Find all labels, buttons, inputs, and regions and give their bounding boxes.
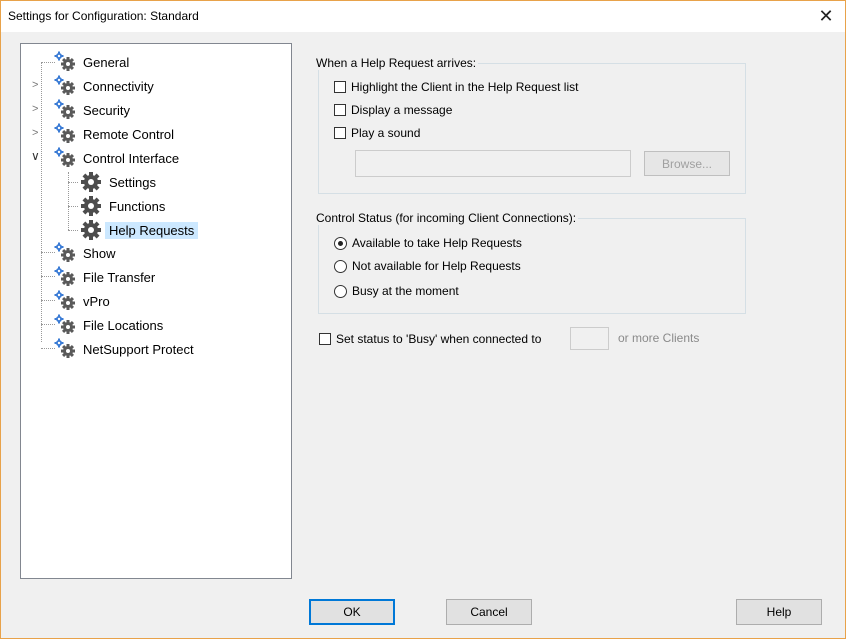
- gear-icon: [53, 290, 79, 312]
- title-bar: Settings for Configuration: Standard ✕: [1, 1, 845, 32]
- play-sound-label: Play a sound: [351, 126, 421, 140]
- large-gear-icon: [79, 195, 105, 217]
- busy-label: Busy at the moment: [352, 284, 459, 298]
- chevron-down-icon[interactable]: ∨: [31, 149, 40, 163]
- tree-item-remote-control[interactable]: Remote Control: [53, 123, 178, 145]
- gear-icon: [53, 338, 79, 360]
- window-title: Settings for Configuration: Standard: [8, 9, 199, 23]
- play-sound-checkbox[interactable]: [334, 127, 346, 139]
- tree-item-label: Help Requests: [105, 221, 199, 239]
- tree-item-label: Settings: [109, 174, 156, 190]
- gear-icon: [53, 266, 79, 288]
- display-message-checkbox[interactable]: [334, 104, 346, 116]
- tree-item-functions[interactable]: Functions: [79, 195, 169, 217]
- tree-item-file-transfer[interactable]: File Transfer: [53, 266, 159, 288]
- close-icon[interactable]: ✕: [815, 5, 837, 27]
- status-option-not-available[interactable]: Not available for Help Requests: [334, 259, 521, 273]
- tree-item-help-requests[interactable]: Help Requests: [79, 219, 199, 241]
- tree-item-label: File Locations: [83, 317, 164, 333]
- chevron-right-icon[interactable]: >: [32, 79, 38, 91]
- tree-item-label: General: [83, 54, 130, 70]
- tree-item-security[interactable]: Security: [53, 99, 134, 121]
- tree-item-label: Control Interface: [83, 150, 180, 166]
- control-status-group-label: Control Status (for incoming Client Conn…: [314, 211, 579, 225]
- busy-radio[interactable]: [334, 284, 347, 298]
- tree-item-settings[interactable]: Settings: [79, 171, 160, 193]
- tree-item-label: Remote Control: [83, 126, 175, 142]
- tree-item-netsupport-protect[interactable]: NetSupport Protect: [53, 338, 198, 360]
- busy-client-count-input[interactable]: [570, 327, 609, 350]
- highlight-client-checkbox[interactable]: [334, 81, 346, 93]
- chevron-right-icon[interactable]: >: [32, 127, 38, 139]
- tree-item-label: vPro: [83, 293, 110, 309]
- tree-item-show[interactable]: Show: [53, 242, 120, 264]
- busy-threshold-suffix: or more Clients: [618, 331, 700, 345]
- status-option-busy[interactable]: Busy at the moment: [334, 284, 459, 298]
- tree-item-label: Functions: [109, 198, 166, 214]
- help-button[interactable]: Help: [736, 599, 822, 625]
- settings-tree[interactable]: General > Connectivity > Security > Remo…: [20, 43, 292, 579]
- tree-line: [68, 230, 78, 231]
- not-available-radio[interactable]: [334, 259, 347, 273]
- highlight-client-label: Highlight the Client in the Help Request…: [351, 80, 579, 94]
- display-message-label: Display a message: [351, 103, 453, 117]
- play-sound-option[interactable]: Play a sound: [334, 126, 420, 140]
- gear-icon: [53, 123, 79, 145]
- not-available-label: Not available for Help Requests: [352, 259, 521, 273]
- large-gear-icon: [79, 219, 105, 241]
- gear-icon: [53, 242, 79, 264]
- tree-item-control-interface[interactable]: Control Interface: [53, 147, 183, 169]
- tree-item-label: Security: [83, 102, 130, 118]
- ok-button[interactable]: OK: [309, 599, 395, 625]
- tree-line: [68, 206, 78, 207]
- gear-icon: [53, 147, 79, 169]
- tree-item-label: File Transfer: [83, 269, 156, 285]
- busy-threshold-option[interactable]: Set status to 'Busy' when connected to: [319, 332, 541, 346]
- busy-threshold-checkbox[interactable]: [319, 333, 331, 345]
- tree-item-general[interactable]: General: [53, 51, 133, 73]
- available-radio[interactable]: [334, 236, 347, 250]
- tree-item-label: Connectivity: [83, 78, 154, 94]
- large-gear-icon: [79, 171, 105, 193]
- gear-icon: [53, 314, 79, 336]
- tree-item-vpro[interactable]: vPro: [53, 290, 114, 312]
- tree-item-file-locations[interactable]: File Locations: [53, 314, 167, 336]
- gear-icon: [53, 51, 79, 73]
- chevron-right-icon[interactable]: >: [32, 103, 38, 115]
- tree-item-connectivity[interactable]: Connectivity: [53, 75, 158, 97]
- cancel-button[interactable]: Cancel: [446, 599, 532, 625]
- gear-icon: [53, 75, 79, 97]
- gear-icon: [53, 99, 79, 121]
- tree-item-label: NetSupport Protect: [83, 341, 194, 357]
- busy-threshold-label: Set status to 'Busy' when connected to: [336, 332, 542, 346]
- tree-line: [68, 172, 69, 230]
- available-label: Available to take Help Requests: [352, 236, 522, 250]
- display-message-option[interactable]: Display a message: [334, 103, 452, 117]
- tree-line: [68, 182, 78, 183]
- sound-file-input[interactable]: [355, 150, 631, 177]
- settings-dialog: Settings for Configuration: Standard ✕ G…: [0, 0, 846, 639]
- browse-button[interactable]: Browse...: [644, 151, 730, 176]
- tree-item-label: Show: [83, 245, 116, 261]
- help-request-group-label: When a Help Request arrives:: [314, 56, 479, 70]
- highlight-client-option[interactable]: Highlight the Client in the Help Request…: [334, 80, 578, 94]
- status-option-available[interactable]: Available to take Help Requests: [334, 236, 522, 250]
